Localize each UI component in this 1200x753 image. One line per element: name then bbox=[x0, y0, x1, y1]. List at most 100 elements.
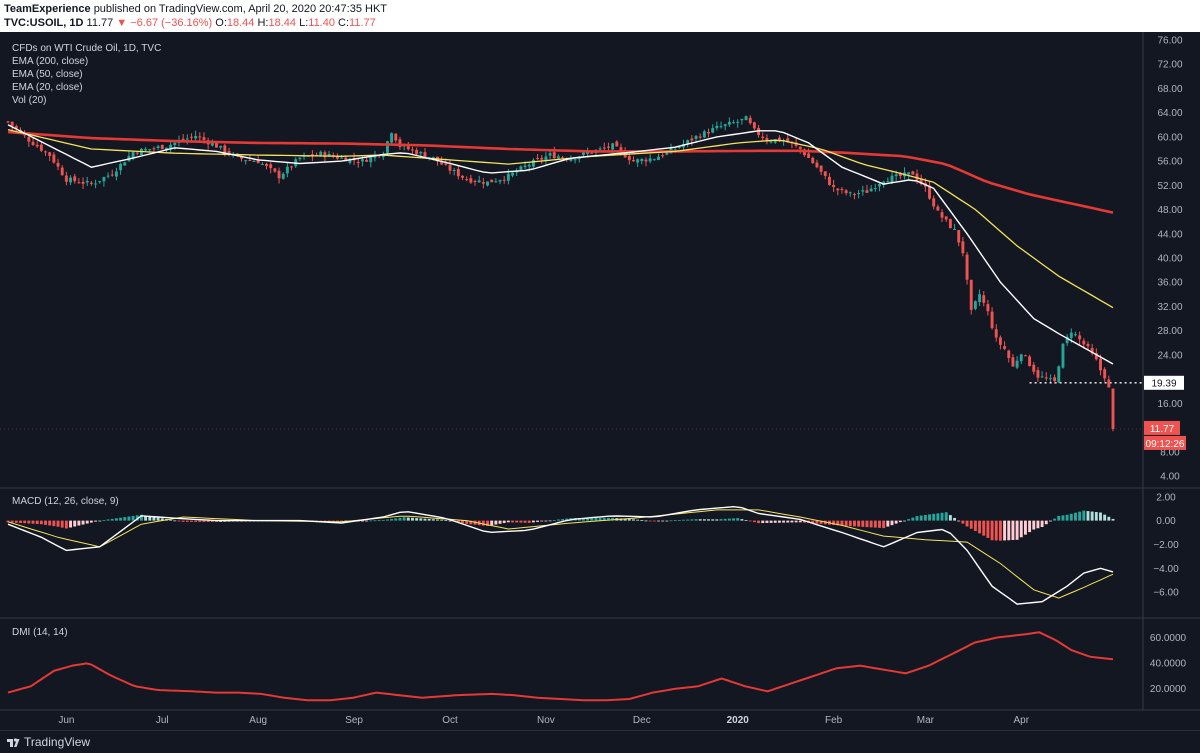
macd-histogram-bar[interactable] bbox=[27, 520, 31, 524]
candle-body[interactable] bbox=[244, 160, 248, 162]
candle-body[interactable] bbox=[519, 166, 523, 170]
macd-histogram-bar[interactable] bbox=[869, 520, 873, 528]
candle-body[interactable] bbox=[1044, 377, 1048, 379]
candle-body[interactable] bbox=[886, 181, 890, 183]
candle-body[interactable] bbox=[752, 122, 756, 129]
candle-body[interactable] bbox=[602, 147, 606, 149]
candle-body[interactable] bbox=[431, 156, 435, 158]
candle-body[interactable] bbox=[1015, 360, 1019, 368]
macd-histogram-bar[interactable] bbox=[865, 520, 869, 528]
candle-body[interactable] bbox=[452, 170, 456, 172]
macd-histogram-bar[interactable] bbox=[732, 518, 736, 521]
macd-histogram-bar[interactable] bbox=[790, 520, 794, 523]
candle-body[interactable] bbox=[736, 121, 740, 123]
macd-histogram-bar[interactable] bbox=[702, 519, 706, 521]
macd-signal-line[interactable] bbox=[7, 509, 1114, 599]
candle-body[interactable] bbox=[648, 158, 652, 162]
candle-body[interactable] bbox=[27, 136, 31, 142]
macd-pane[interactable] bbox=[6, 505, 1115, 605]
candle-body[interactable] bbox=[865, 190, 869, 193]
macd-histogram-bar[interactable] bbox=[431, 519, 435, 521]
macd-histogram-bar[interactable] bbox=[1023, 520, 1027, 535]
macd-histogram-bar[interactable] bbox=[965, 520, 969, 527]
candle-body[interactable] bbox=[1040, 376, 1044, 378]
macd-histogram-bar[interactable] bbox=[890, 520, 894, 526]
candle-body[interactable] bbox=[948, 219, 952, 229]
candle-body[interactable] bbox=[1011, 357, 1015, 367]
macd-histogram-bar[interactable] bbox=[748, 520, 752, 522]
macd-histogram-bar[interactable] bbox=[1057, 515, 1061, 521]
macd-histogram-bar[interactable] bbox=[994, 520, 998, 541]
candle-body[interactable] bbox=[10, 121, 14, 126]
macd-histogram-bar[interactable] bbox=[794, 520, 798, 523]
candle-body[interactable] bbox=[740, 118, 744, 121]
macd-histogram-bar[interactable] bbox=[636, 519, 640, 521]
candle-body[interactable] bbox=[473, 180, 477, 182]
candle-body[interactable] bbox=[911, 171, 915, 175]
macd-histogram-bar[interactable] bbox=[1069, 513, 1073, 521]
candle-body[interactable] bbox=[194, 136, 198, 139]
candle-body[interactable] bbox=[94, 183, 98, 185]
candle-body[interactable] bbox=[477, 180, 481, 183]
macd-title[interactable]: MACD (12, 26, close, 9) bbox=[12, 496, 119, 507]
candle-body[interactable] bbox=[1036, 370, 1040, 378]
candle-body[interactable] bbox=[215, 142, 218, 148]
candle-body[interactable] bbox=[423, 152, 427, 158]
candle-body[interactable] bbox=[907, 172, 911, 175]
candle-body[interactable] bbox=[1111, 388, 1115, 429]
candle-body[interactable] bbox=[444, 163, 448, 165]
candle-body[interactable] bbox=[148, 149, 152, 151]
candle-body[interactable] bbox=[190, 136, 193, 138]
macd-histogram-bar[interactable] bbox=[1015, 520, 1019, 540]
candle-body[interactable] bbox=[619, 147, 623, 151]
macd-histogram-bar[interactable] bbox=[406, 517, 410, 521]
macd-histogram-bar[interactable] bbox=[1078, 511, 1082, 521]
macd-histogram-bar[interactable] bbox=[898, 520, 902, 523]
candle-body[interactable] bbox=[461, 175, 464, 178]
candle-body[interactable] bbox=[281, 173, 285, 179]
candle-body[interactable] bbox=[290, 166, 294, 168]
candle-body[interactable] bbox=[640, 158, 644, 162]
macd-histogram-bar[interactable] bbox=[1053, 518, 1057, 521]
macd-histogram-bar[interactable] bbox=[1061, 515, 1065, 521]
macd-histogram-bar[interactable] bbox=[923, 514, 927, 521]
candle-body[interactable] bbox=[661, 155, 665, 157]
candle-body[interactable] bbox=[982, 295, 986, 303]
candle-body[interactable] bbox=[469, 178, 473, 183]
macd-histogram-bar[interactable] bbox=[782, 520, 786, 523]
macd-histogram-bar[interactable] bbox=[969, 520, 973, 529]
candle-body[interactable] bbox=[73, 176, 77, 182]
macd-histogram-bar[interactable] bbox=[761, 520, 765, 524]
macd-histogram-bar[interactable] bbox=[385, 519, 389, 521]
macd-histogram-bar[interactable] bbox=[52, 520, 56, 527]
macd-histogram-bar[interactable] bbox=[848, 520, 852, 527]
macd-histogram-bar[interactable] bbox=[740, 519, 744, 521]
candle-body[interactable] bbox=[1086, 343, 1090, 347]
candle-body[interactable] bbox=[552, 152, 556, 159]
macd-histogram-bar[interactable] bbox=[173, 520, 177, 522]
candle-body[interactable] bbox=[406, 146, 410, 150]
macd-histogram-bar[interactable] bbox=[973, 520, 977, 532]
candle-body[interactable] bbox=[219, 145, 223, 148]
macd-histogram-bar[interactable] bbox=[502, 520, 506, 524]
macd-histogram-bar[interactable] bbox=[398, 517, 402, 521]
macd-histogram-bar[interactable] bbox=[594, 517, 598, 521]
macd-histogram-bar[interactable] bbox=[181, 520, 185, 522]
macd-histogram-bar[interactable] bbox=[861, 520, 865, 527]
macd-histogram-bar[interactable] bbox=[85, 520, 89, 524]
macd-histogram-bar[interactable] bbox=[190, 520, 193, 522]
candle-body[interactable] bbox=[1099, 358, 1102, 371]
candle-body[interactable] bbox=[869, 188, 873, 192]
candle-body[interactable] bbox=[711, 128, 715, 133]
candle-body[interactable] bbox=[957, 230, 961, 243]
macd-histogram-bar[interactable] bbox=[677, 519, 681, 521]
macd-histogram-bar[interactable] bbox=[531, 520, 535, 523]
candle-body[interactable] bbox=[611, 143, 615, 150]
candle-body[interactable] bbox=[973, 301, 977, 309]
candle-body[interactable] bbox=[978, 294, 982, 303]
brand-name[interactable]: TradingView bbox=[24, 735, 90, 749]
macd-histogram-bar[interactable] bbox=[527, 520, 531, 523]
candle-body[interactable] bbox=[536, 158, 540, 160]
macd-histogram-bar[interactable] bbox=[719, 519, 723, 521]
macd-histogram-bar[interactable] bbox=[765, 520, 769, 523]
